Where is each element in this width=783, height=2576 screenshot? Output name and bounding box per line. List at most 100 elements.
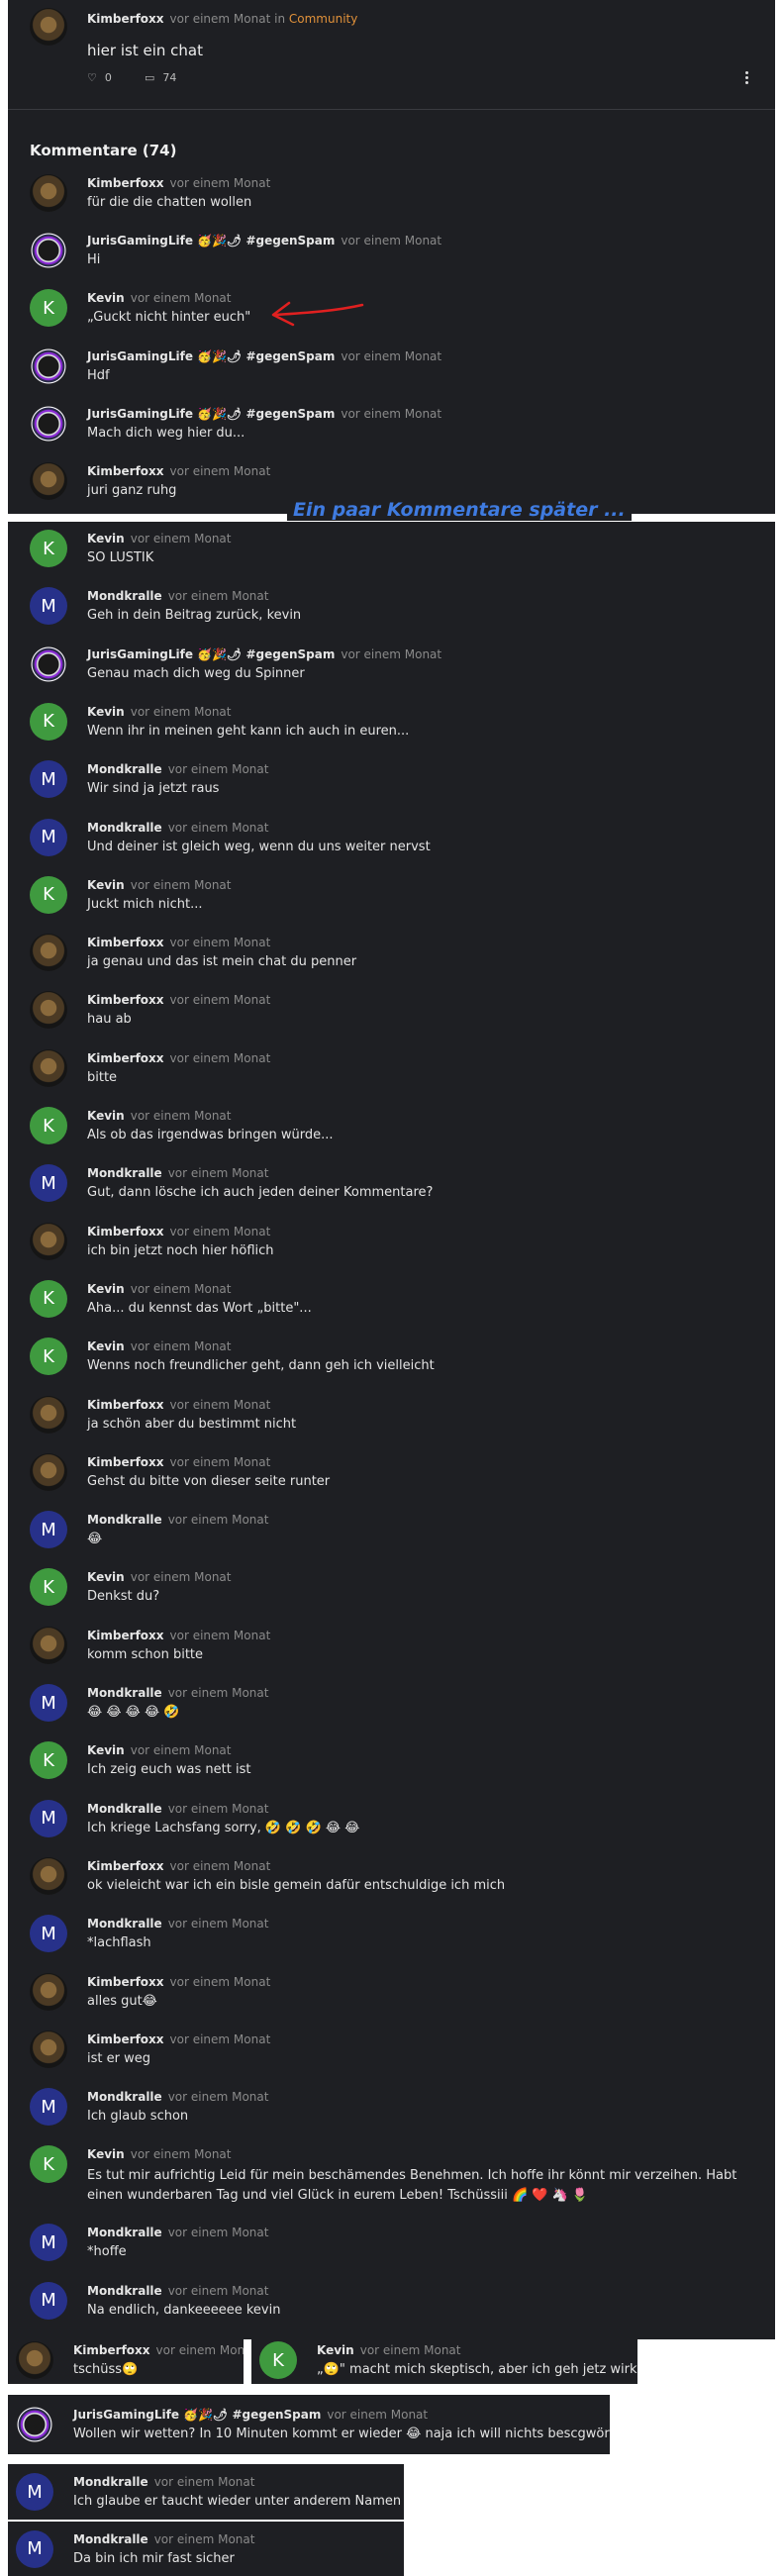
avatar[interactable] bbox=[30, 2030, 67, 2068]
comment-author[interactable]: JurisGamingLife 🥳🎉🌶 #gegenSpam bbox=[73, 2408, 321, 2422]
avatar[interactable] bbox=[30, 991, 67, 1030]
comment-author[interactable]: Kimberfoxx bbox=[87, 464, 164, 478]
more-options-icon[interactable] bbox=[745, 69, 751, 86]
avatar[interactable]: M bbox=[16, 2473, 53, 2511]
avatar[interactable]: M bbox=[30, 1684, 67, 1722]
comment-author[interactable]: Mondkralle bbox=[87, 2226, 162, 2239]
comment-meta: JurisGamingLife 🥳🎉🌶 #gegenSpam vor einem … bbox=[87, 647, 441, 661]
avatar[interactable]: M bbox=[30, 760, 67, 799]
comment-author[interactable]: Kevin bbox=[87, 1743, 125, 1757]
comment-author[interactable]: Kimberfoxx bbox=[87, 993, 164, 1007]
avatar[interactable]: K bbox=[30, 289, 67, 327]
avatar[interactable]: K bbox=[30, 1107, 67, 1144]
comment-author[interactable]: Kimberfoxx bbox=[87, 1455, 164, 1469]
avatar[interactable]: M bbox=[30, 1511, 67, 1549]
comment-author[interactable]: Kimberfoxx bbox=[87, 1859, 164, 1873]
avatar[interactable]: K bbox=[30, 1741, 67, 1780]
comment-text: Gut, dann lösche ich auch jeden deiner K… bbox=[87, 1185, 434, 1201]
comment-author[interactable]: Kevin bbox=[87, 705, 125, 719]
avatar[interactable] bbox=[30, 934, 67, 972]
comment-time: vor einem Monat bbox=[130, 1281, 232, 1296]
avatar[interactable] bbox=[30, 8, 67, 46]
author-name[interactable]: Kimberfoxx bbox=[87, 12, 164, 26]
comment-author[interactable]: Mondkralle bbox=[73, 2532, 148, 2546]
comment-author[interactable]: Kimberfoxx bbox=[87, 1629, 164, 1642]
comment-author[interactable]: Mondkralle bbox=[87, 2090, 162, 2104]
avatar[interactable] bbox=[30, 1452, 67, 1491]
comment-author[interactable]: Mondkralle bbox=[87, 762, 162, 776]
comment-author[interactable]: JurisGamingLife 🥳🎉🌶 #gegenSpam bbox=[87, 407, 335, 421]
avatar[interactable] bbox=[16, 2341, 53, 2379]
comment-author[interactable]: JurisGamingLife 🥳🎉🌶 #gegenSpam bbox=[87, 234, 335, 248]
avatar[interactable] bbox=[30, 462, 67, 500]
avatar[interactable]: M bbox=[16, 2529, 53, 2568]
avatar[interactable] bbox=[16, 2406, 53, 2443]
comment-author[interactable]: Kimberfoxx bbox=[87, 2032, 164, 2046]
avatar[interactable]: K bbox=[30, 1279, 67, 1318]
comment-author[interactable]: Kevin bbox=[87, 1109, 125, 1123]
comment-author[interactable]: JurisGamingLife 🥳🎉🌶 #gegenSpam bbox=[87, 647, 335, 661]
comment-meta: Mondkralle vor einem Monat bbox=[87, 1166, 268, 1180]
comment-author[interactable]: Mondkralle bbox=[87, 1802, 162, 1816]
comment-meta: Kevin vor einem Monat bbox=[87, 2147, 231, 2161]
avatar[interactable]: M bbox=[30, 818, 67, 856]
avatar[interactable] bbox=[30, 644, 67, 683]
comment-author[interactable]: Kevin bbox=[317, 2343, 354, 2357]
like-button[interactable]: ♡ 0 bbox=[87, 71, 112, 84]
avatar[interactable]: M bbox=[30, 587, 67, 626]
comment-author[interactable]: Kimberfoxx bbox=[87, 1051, 164, 1065]
comment-button[interactable]: ▭ 74 bbox=[145, 71, 176, 84]
comment-author[interactable]: Mondkralle bbox=[87, 1166, 162, 1180]
avatar[interactable]: K bbox=[30, 702, 67, 741]
avatar[interactable]: M bbox=[30, 2088, 67, 2127]
comment-time: vor einem Monat bbox=[167, 1686, 269, 1700]
comment-author[interactable]: Kimberfoxx bbox=[87, 936, 164, 949]
comment-count: 74 bbox=[162, 71, 177, 84]
avatar[interactable]: K bbox=[30, 530, 67, 567]
avatar[interactable] bbox=[30, 232, 67, 269]
avatar[interactable]: M bbox=[30, 1799, 67, 1837]
comment-author[interactable]: Mondkralle bbox=[87, 1917, 162, 1931]
avatar[interactable] bbox=[30, 347, 67, 385]
avatar[interactable]: M bbox=[30, 1915, 67, 1953]
avatar[interactable] bbox=[30, 1972, 67, 2011]
comment-author[interactable]: Kevin bbox=[87, 878, 125, 892]
comment-author[interactable]: Kevin bbox=[87, 291, 125, 305]
avatar[interactable]: M bbox=[30, 1164, 67, 1203]
comment-author[interactable]: Kimberfoxx bbox=[87, 1975, 164, 1989]
avatar[interactable] bbox=[30, 1626, 67, 1664]
comment-author[interactable]: Kimberfoxx bbox=[87, 1225, 164, 1238]
avatar[interactable] bbox=[30, 1856, 67, 1895]
comment-author[interactable]: Kevin bbox=[87, 2147, 125, 2161]
comment-author[interactable]: Kevin bbox=[87, 1339, 125, 1353]
comment-author[interactable]: Mondkralle bbox=[87, 2284, 162, 2298]
comment-author[interactable]: Mondkralle bbox=[87, 1513, 162, 1527]
avatar[interactable]: K bbox=[30, 2145, 67, 2184]
avatar[interactable]: M bbox=[30, 2281, 67, 2320]
avatar[interactable]: K bbox=[30, 1338, 67, 1376]
community-link[interactable]: Community bbox=[289, 12, 357, 26]
comment-author[interactable]: Mondkralle bbox=[87, 1686, 162, 1700]
comment-meta: Kimberfoxx vor einem Monat bbox=[87, 1398, 270, 1412]
comment-author[interactable]: Kimberfoxx bbox=[87, 1398, 164, 1412]
comment-author[interactable]: Mondkralle bbox=[73, 2475, 148, 2489]
avatar[interactable] bbox=[30, 1395, 67, 1434]
comment-author[interactable]: Mondkralle bbox=[87, 821, 162, 835]
avatar[interactable]: M bbox=[30, 2224, 67, 2262]
comment-author[interactable]: Kimberfoxx bbox=[73, 2343, 150, 2357]
comment-time: vor einem Monat bbox=[167, 1801, 269, 1816]
avatar[interactable]: K bbox=[30, 1568, 67, 1607]
comment-author[interactable]: JurisGamingLife 🥳🎉🌶 #gegenSpam bbox=[87, 349, 335, 363]
avatar[interactable]: K bbox=[30, 875, 67, 914]
comment-author[interactable]: Kevin bbox=[87, 1570, 125, 1584]
avatar[interactable] bbox=[30, 405, 67, 443]
comment-author[interactable]: Kevin bbox=[87, 1282, 125, 1296]
avatar[interactable]: K bbox=[259, 2341, 297, 2379]
comment-time: vor einem Monat bbox=[359, 2343, 461, 2357]
comment-author[interactable]: Kimberfoxx bbox=[87, 176, 164, 190]
avatar[interactable] bbox=[30, 1048, 67, 1087]
avatar[interactable] bbox=[30, 174, 67, 212]
avatar[interactable] bbox=[30, 1222, 67, 1260]
comment-author[interactable]: Kevin bbox=[87, 532, 125, 545]
comment-author[interactable]: Mondkralle bbox=[87, 589, 162, 603]
